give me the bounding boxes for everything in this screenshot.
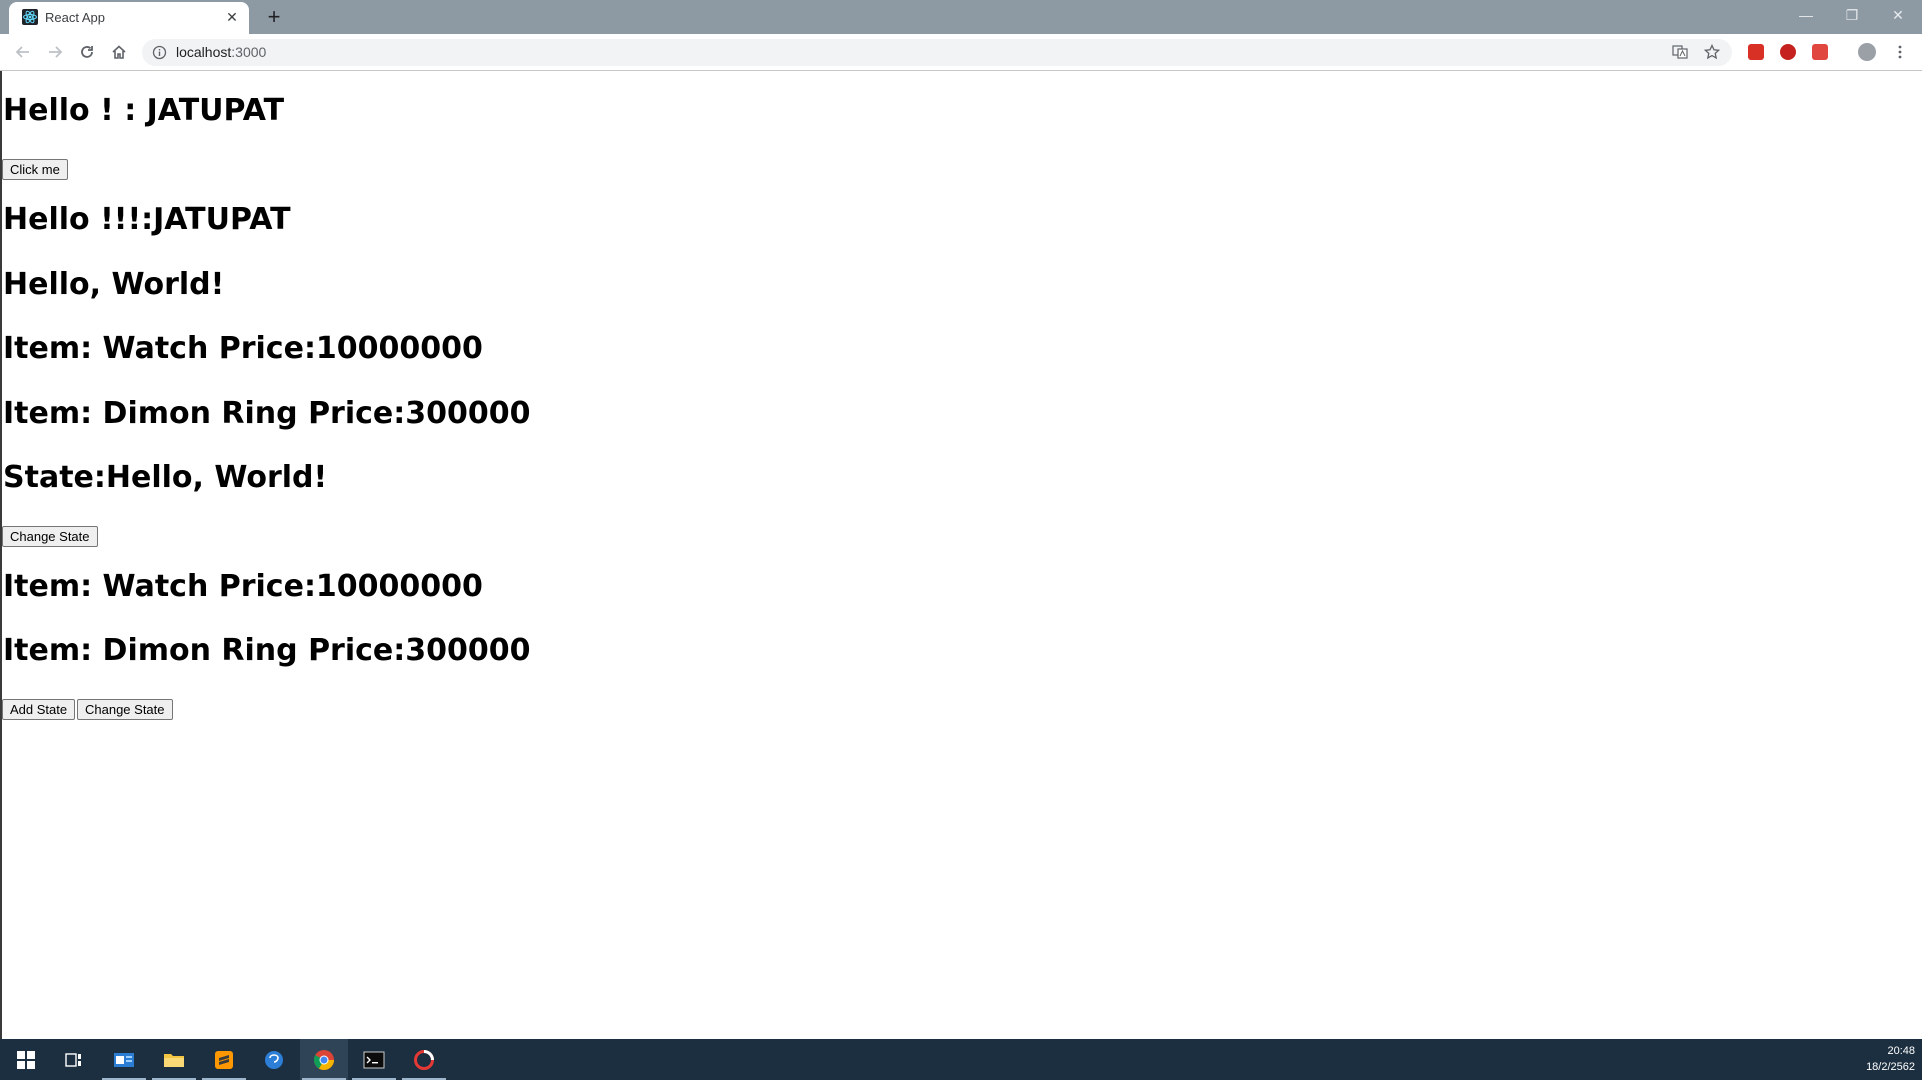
back-icon[interactable] bbox=[11, 40, 35, 64]
add-state-button[interactable]: Add State bbox=[2, 699, 76, 720]
sublime-text-icon bbox=[215, 1050, 233, 1069]
change-state-button-2[interactable]: Change State bbox=[77, 699, 173, 720]
taskbar-app-sublime[interactable] bbox=[200, 1039, 248, 1080]
taskbar-app-terminal[interactable] bbox=[350, 1039, 398, 1080]
extension-record-icon[interactable] bbox=[1780, 44, 1796, 60]
task-view-icon bbox=[65, 1052, 81, 1067]
extension-red-icon[interactable] bbox=[1748, 44, 1764, 60]
browser-tabstrip: React App ✕ + — ❐ ✕ bbox=[0, 0, 1922, 34]
change-state-button[interactable]: Change State bbox=[2, 526, 98, 547]
hello-world-heading: Hello, World! bbox=[3, 267, 225, 302]
item-heading: Item: Watch Price:10000000 bbox=[3, 569, 483, 604]
taskbar-app-recorder[interactable] bbox=[400, 1039, 448, 1080]
forward-icon[interactable] bbox=[43, 40, 67, 64]
react-favicon-icon bbox=[22, 9, 38, 25]
url-text: localhost:3000 bbox=[176, 44, 266, 60]
translate-icon[interactable] bbox=[1672, 44, 1688, 65]
state-heading: State:Hello, World! bbox=[3, 460, 328, 495]
close-window-button[interactable]: ✕ bbox=[1878, 4, 1918, 26]
tab-title: React App bbox=[45, 10, 105, 25]
url-host: localhost bbox=[176, 44, 232, 60]
taskbar-app-messenger[interactable] bbox=[250, 1039, 298, 1080]
mail-app-icon bbox=[114, 1052, 134, 1067]
screen-recorder-icon bbox=[414, 1049, 434, 1070]
minimize-button[interactable]: — bbox=[1786, 4, 1826, 26]
taskbar-clock[interactable]: 20:48 18/2/2562 bbox=[1866, 1043, 1915, 1075]
chrome-icon bbox=[313, 1049, 334, 1070]
tab-react-app[interactable]: React App ✕ bbox=[9, 2, 249, 34]
terminal-icon bbox=[363, 1051, 385, 1068]
info-icon[interactable] bbox=[152, 45, 167, 60]
address-bar[interactable]: localhost:3000 bbox=[142, 39, 1732, 66]
url-port: :3000 bbox=[231, 44, 267, 60]
clock-time: 20:48 bbox=[1887, 1045, 1915, 1057]
reload-icon[interactable] bbox=[75, 40, 99, 64]
home-icon[interactable] bbox=[107, 40, 131, 64]
greeting-heading-2: Hello !!!:JATUPAT bbox=[3, 202, 291, 237]
greeting-heading: Hello ! : JATUPAT bbox=[3, 93, 285, 128]
restore-button[interactable]: ❐ bbox=[1832, 4, 1872, 26]
click-me-button[interactable]: Click me bbox=[2, 159, 68, 180]
folder-icon bbox=[164, 1053, 184, 1067]
clock-date: 18/2/2562 bbox=[1866, 1061, 1915, 1073]
page-viewport: Hello ! : JATUPAT Click me Hello !!!:JAT… bbox=[2, 71, 1922, 1039]
bookmark-star-icon[interactable] bbox=[1703, 43, 1721, 65]
windows-logo-icon bbox=[17, 1050, 35, 1069]
chat-app-icon bbox=[265, 1050, 283, 1069]
item-heading: Item: Dimon Ring Price:300000 bbox=[3, 396, 531, 431]
item-heading: Item: Watch Price:10000000 bbox=[3, 331, 483, 366]
taskbar-app-chrome[interactable] bbox=[300, 1039, 348, 1080]
desktop-screen: React App ✕ + — ❐ ✕ localhost:3000 Hello… bbox=[0, 0, 1922, 1080]
taskbar-app-explorer[interactable] bbox=[150, 1039, 198, 1080]
taskbar-app-outlook[interactable] bbox=[100, 1039, 148, 1080]
start-button[interactable] bbox=[2, 1039, 50, 1080]
new-tab-button[interactable]: + bbox=[262, 5, 286, 29]
task-view-button[interactable] bbox=[50, 1039, 98, 1080]
extension-pdf-icon[interactable] bbox=[1812, 44, 1828, 60]
item-heading: Item: Dimon Ring Price:300000 bbox=[3, 633, 531, 668]
tab-close-icon[interactable]: ✕ bbox=[223, 8, 241, 26]
profile-avatar[interactable] bbox=[1858, 43, 1876, 61]
windows-taskbar: 20:48 18/2/2562 bbox=[0, 1039, 1922, 1080]
browser-toolbar: localhost:3000 bbox=[0, 34, 1922, 71]
menu-kebab-icon[interactable] bbox=[1888, 40, 1912, 64]
